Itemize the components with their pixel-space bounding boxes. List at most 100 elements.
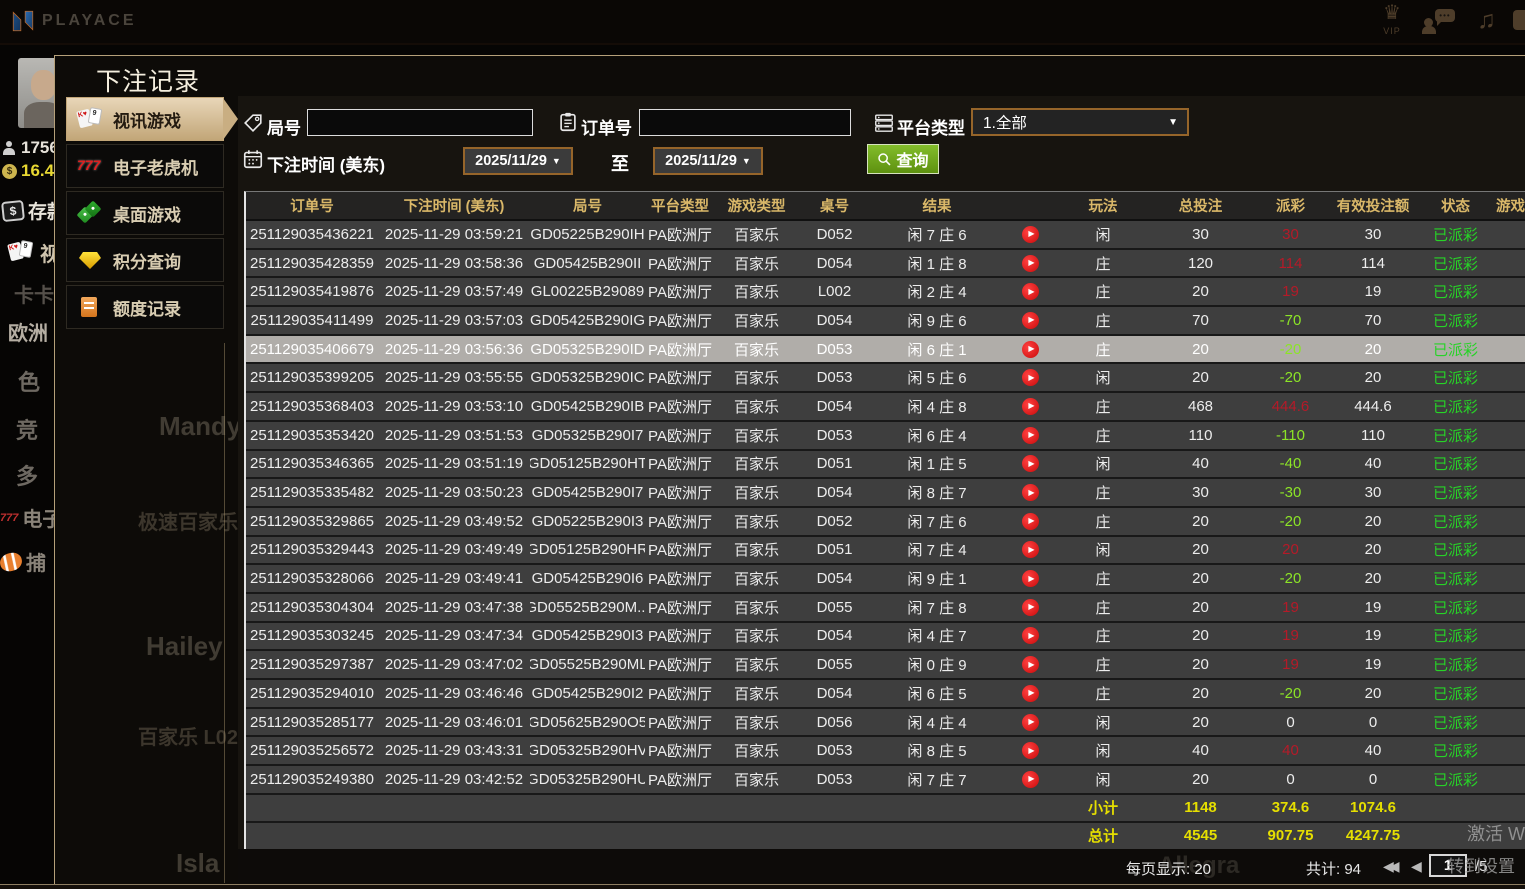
summary-cell-table-no (798, 795, 871, 821)
cell-result: 闲 8 庄 7 (907, 485, 967, 503)
play-video-button[interactable]: ▶ (1022, 742, 1039, 760)
search-button[interactable]: 查询 (867, 144, 939, 174)
table-row[interactable]: 251129035256572 2025-11-29 03:43:31 GD0532… (246, 737, 1525, 767)
cell-game-type: 百家乐 (733, 255, 779, 273)
nav-jing[interactable]: 竞 (16, 413, 38, 445)
date-from-select[interactable]: 2025/11/29 ▼ (463, 147, 573, 175)
table-row[interactable]: 251129035368403 2025-11-29 03:53:10 GD0542… (246, 393, 1525, 422)
table-row[interactable]: 251129035329865 2025-11-29 03:49:52 GD0522… (246, 507, 1525, 537)
first-page-button[interactable]: ◀◀ (1383, 858, 1399, 875)
cell-status: 已派彩 (1432, 571, 1478, 589)
cell-order-no: 251129035353420 (249, 426, 375, 444)
slots-777-icon: 777 (77, 157, 101, 173)
nav-se[interactable]: 色 (18, 365, 40, 397)
cell-result: 闲 9 庄 1 (907, 571, 967, 589)
sidebar: K♥ 9 视讯游戏 777 电子老虎机 桌面游戏 积分查询 额度记录 (66, 97, 238, 332)
summary-cell-valid-bet: 1074.6 (1350, 799, 1396, 817)
cell-extra (1493, 766, 1525, 793)
platform-type-value: 1.全部 (983, 115, 1027, 132)
play-video-button[interactable]: ▶ (1022, 311, 1039, 329)
date-to-select[interactable]: 2025/11/29 ▼ (653, 147, 763, 175)
prev-page-button[interactable]: ◀ (1411, 858, 1422, 875)
cell-bet-time: 2025-11-29 03:51:19 (384, 455, 524, 473)
play-video-button[interactable]: ▶ (1022, 283, 1039, 301)
play-video-button[interactable]: ▶ (1022, 656, 1039, 674)
table-row[interactable]: 251129035249380 2025-11-29 03:42:52 GD0532… (246, 766, 1525, 795)
play-video-button[interactable]: ▶ (1022, 713, 1039, 731)
summary-cell-table-no (798, 823, 871, 849)
nav-video[interactable]: K♥ 9 视 (7, 238, 60, 267)
cell-total-bet: 20 (1192, 770, 1209, 788)
bet-records-table: 订单号 下注时间 (美东) 局号 平台类型 游戏类型 桌号 结果 玩法 总投注 派彩 有效投注额 状态… (244, 191, 1525, 853)
table-row[interactable]: 251129035346365 2025-11-29 03:51:19 GD0512… (246, 450, 1525, 480)
play-video-button[interactable]: ▶ (1022, 254, 1039, 272)
table-row[interactable]: 251129035353420 2025-11-29 03:51:53 GD0532… (246, 421, 1525, 451)
nav-duo[interactable]: 多 (16, 459, 38, 491)
table-row[interactable]: 251129035285177 2025-11-29 03:46:01 GD0562… (246, 708, 1525, 738)
table-row[interactable]: 251129035428359 2025-11-29 03:58:36 GD0542… (246, 249, 1525, 279)
play-video-button[interactable]: ▶ (1022, 225, 1039, 243)
nav-buyu[interactable]: 捕 (0, 547, 46, 576)
cut-off-icon[interactable] (1513, 10, 1525, 30)
play-video-button[interactable]: ▶ (1022, 484, 1039, 502)
cell-valid-bet: 30 (1364, 484, 1382, 502)
money-icon: $ (2, 163, 17, 179)
table-row[interactable]: 251129035436221 2025-11-29 03:59:21 GD0522… (246, 221, 1525, 250)
column-header-table-no: 桌号 (820, 199, 849, 215)
play-video-button[interactable]: ▶ (1022, 340, 1039, 358)
cell-platform: PA欧洲厅 (648, 513, 712, 531)
play-video-button[interactable]: ▶ (1022, 455, 1039, 473)
table-row[interactable]: 251129035304304 2025-11-29 03:47:38 GD0552… (246, 593, 1525, 623)
play-video-button[interactable]: ▶ (1022, 598, 1039, 616)
table-row[interactable]: 251129035303245 2025-11-29 03:47:34 GD0542… (246, 622, 1525, 652)
cell-status: 已派彩 (1432, 255, 1478, 273)
sidebar-item-video-games[interactable]: K♥ 9 视讯游戏 (66, 97, 238, 141)
cell-total-bet: 20 (1192, 627, 1209, 645)
cell-status: 已派彩 (1432, 341, 1478, 359)
play-video-button[interactable]: ▶ (1022, 770, 1039, 788)
sidebar-item-points-query[interactable]: 积分查询 (66, 238, 224, 282)
table-row[interactable]: 251129035328066 2025-11-29 03:49:41 GD0542… (246, 565, 1525, 594)
play-video-button[interactable]: ▶ (1022, 426, 1039, 444)
play-video-button[interactable]: ▶ (1022, 369, 1039, 387)
play-video-button[interactable]: ▶ (1022, 512, 1039, 530)
table-row[interactable]: 251129035411499 2025-11-29 03:57:03 GD0542… (246, 307, 1525, 336)
platform-type-select[interactable]: 1.全部 ▼ (971, 108, 1189, 136)
play-video-button[interactable]: ▶ (1022, 541, 1039, 559)
cell-extra (1493, 680, 1525, 707)
round-no-input[interactable] (307, 109, 533, 136)
search-icon (878, 152, 892, 166)
order-no-input[interactable] (639, 109, 851, 136)
cell-table-no: D054 (816, 684, 853, 702)
play-video-button[interactable]: ▶ (1022, 570, 1039, 588)
cell-status: 已派彩 (1432, 312, 1478, 330)
cell-platform: PA欧洲厅 (648, 714, 712, 732)
cell-extra (1493, 422, 1525, 449)
nav-kaka[interactable]: 卡卡 (14, 279, 54, 308)
sidebar-item-slots[interactable]: 777 电子老虎机 (66, 144, 224, 188)
support-chat-icon[interactable]: ••• (1422, 9, 1456, 35)
table-row[interactable]: 251129035419876 2025-11-29 03:57:49 GL0022… (246, 278, 1525, 308)
cell-play: ▶ (1003, 336, 1058, 363)
sidebar-item-table-games[interactable]: 桌面游戏 (66, 191, 224, 235)
play-video-button[interactable]: ▶ (1022, 627, 1039, 645)
vip-icon[interactable]: ♛ VIP (1372, 3, 1412, 40)
cell-status: 已派彩 (1432, 284, 1478, 302)
nav-dianzi[interactable]: 777 电子 (0, 503, 62, 532)
cell-platform: PA欧洲厅 (648, 370, 712, 388)
nav-europe[interactable]: 欧洲 (8, 317, 48, 346)
play-video-button[interactable]: ▶ (1022, 684, 1039, 702)
table-row[interactable]: 251129035335482 2025-11-29 03:50:23 GD0542… (246, 479, 1525, 508)
cell-result: 闲 7 庄 6 (907, 513, 967, 531)
summary-cell-round-no (530, 823, 645, 849)
table-row[interactable]: 251129035399205 2025-11-29 03:55:55 GD0532… (246, 364, 1525, 394)
cell-round-no: GD05525B290M... (530, 598, 645, 616)
table-row[interactable]: 251129035294010 2025-11-29 03:46:46 GD0542… (246, 680, 1525, 709)
cell-result: 闲 4 庄 7 (907, 628, 967, 646)
table-row[interactable]: 251129035329443 2025-11-29 03:49:49 GD0512… (246, 536, 1525, 566)
table-row[interactable]: 251129035406679 2025-11-29 03:56:36 GD0532… (246, 335, 1525, 365)
table-row[interactable]: 251129035297387 2025-11-29 03:47:02 GD0552… (246, 651, 1525, 680)
sidebar-item-credit-records[interactable]: 额度记录 (66, 285, 224, 329)
play-video-button[interactable]: ▶ (1022, 397, 1039, 415)
music-icon[interactable]: ♫ (1477, 6, 1496, 35)
